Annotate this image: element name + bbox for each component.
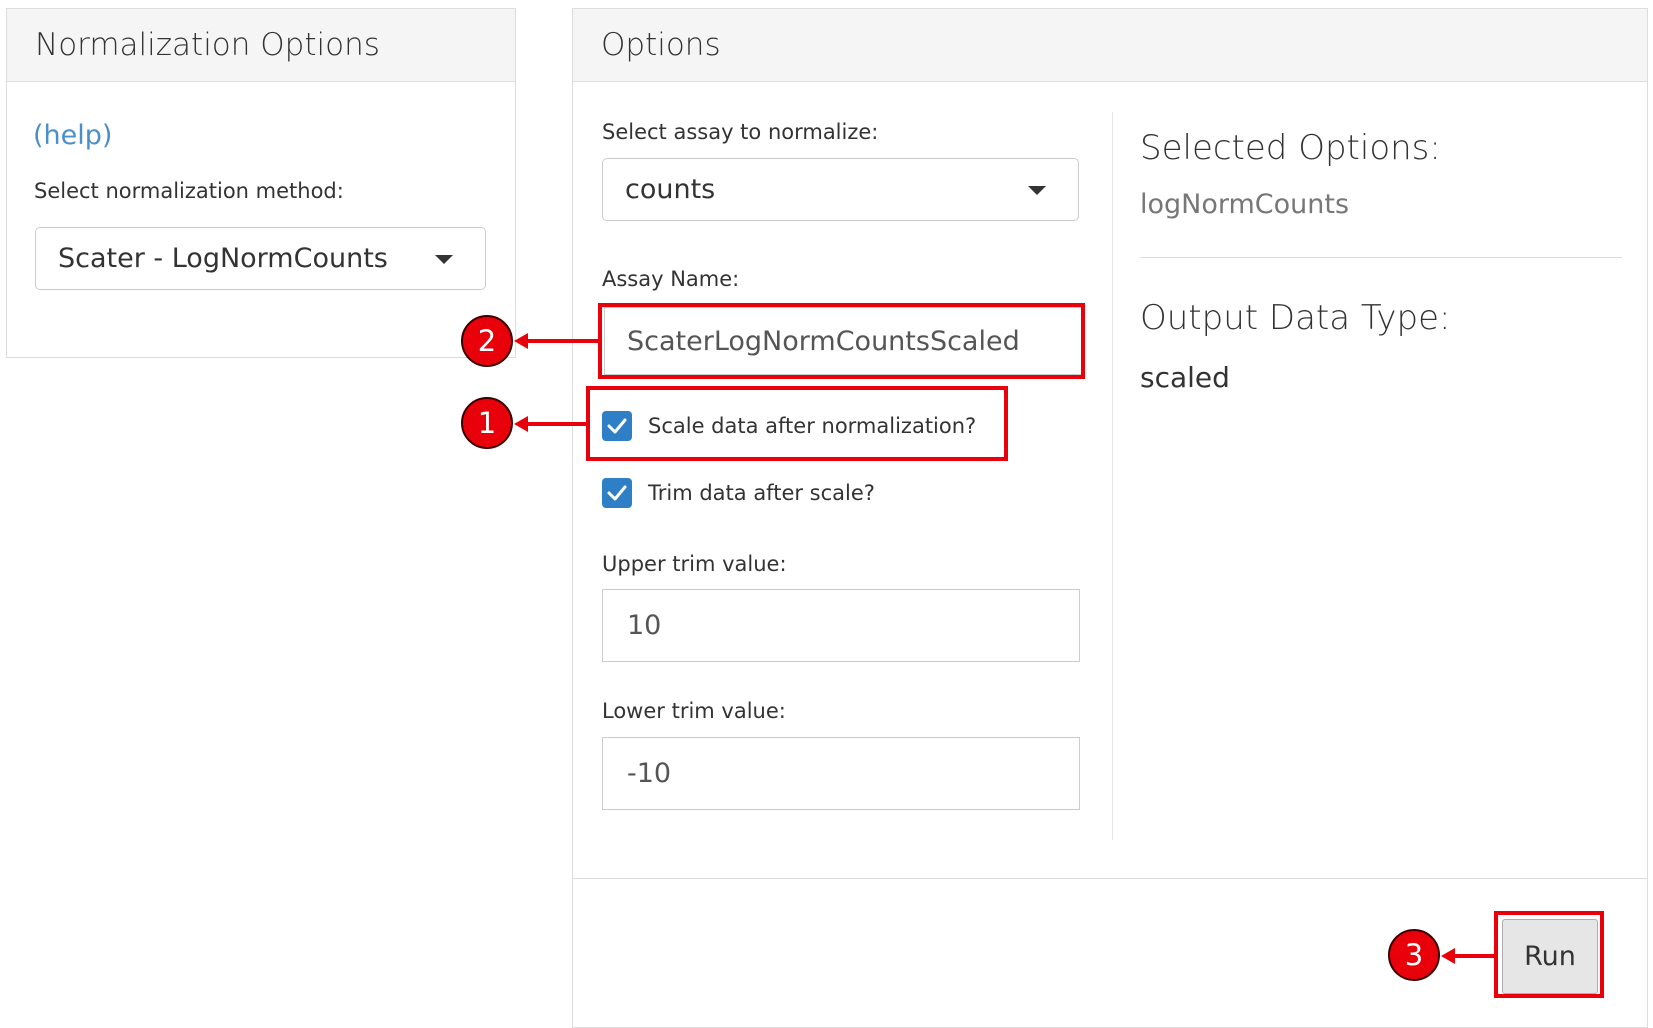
- lower-trim-input[interactable]: -10: [602, 737, 1080, 810]
- upper-trim-label: Upper trim value:: [602, 552, 787, 576]
- normalization-method-value: Scater - LogNormCounts: [58, 243, 388, 274]
- assay-name-label: Assay Name:: [602, 267, 740, 291]
- selected-options-value: logNormCounts: [1140, 189, 1350, 220]
- arrow-3-line: [1451, 954, 1494, 958]
- selected-options-heading: Selected Options:: [1140, 128, 1441, 168]
- arrow-2-line: [524, 339, 598, 343]
- step-marker-1: 1: [461, 397, 513, 449]
- arrow-3-head-icon: [1441, 948, 1455, 964]
- normalization-options-title: Normalization Options: [7, 9, 515, 82]
- trim-data-label: Trim data after scale?: [648, 481, 875, 505]
- column-divider: [1112, 112, 1113, 840]
- info-divider: [1140, 257, 1622, 258]
- trim-data-checkbox[interactable]: [602, 478, 632, 508]
- normalization-method-label: Select normalization method:: [34, 179, 344, 203]
- step-marker-3: 3: [1388, 929, 1440, 981]
- arrow-1-head-icon: [514, 416, 528, 432]
- checkmark-icon: [607, 485, 627, 501]
- panel-footer-divider: [572, 878, 1648, 879]
- assay-name-input[interactable]: ScaterLogNormCountsScaled: [604, 307, 1082, 375]
- upper-trim-value: 10: [627, 610, 662, 641]
- lower-trim-label: Lower trim value:: [602, 699, 786, 723]
- assay-select-label: Select assay to normalize:: [602, 120, 879, 144]
- lower-trim-value: -10: [627, 758, 672, 789]
- trim-data-checkbox-row[interactable]: Trim data after scale?: [602, 478, 875, 508]
- upper-trim-input[interactable]: 10: [602, 589, 1080, 662]
- output-data-type-heading: Output Data Type:: [1140, 298, 1451, 338]
- scale-data-checkbox[interactable]: [602, 411, 632, 441]
- options-title: Options: [573, 9, 1647, 82]
- arrow-2-head-icon: [514, 333, 528, 349]
- normalization-method-select[interactable]: Scater - LogNormCounts: [35, 227, 486, 290]
- caret-down-icon: [435, 254, 453, 264]
- assay-name-value: ScaterLogNormCountsScaled: [627, 325, 1020, 357]
- help-link[interactable]: (help): [33, 120, 112, 151]
- caret-down-icon: [1028, 185, 1046, 195]
- run-button[interactable]: Run: [1502, 919, 1598, 994]
- scale-data-label: Scale data after normalization?: [648, 414, 977, 438]
- checkmark-icon: [607, 418, 627, 434]
- assay-select[interactable]: counts: [602, 158, 1079, 221]
- output-data-type-value: scaled: [1140, 361, 1230, 394]
- scale-data-checkbox-row[interactable]: Scale data after normalization?: [602, 411, 976, 441]
- step-marker-2: 2: [461, 315, 513, 367]
- arrow-1-line: [524, 422, 586, 426]
- assay-select-value: counts: [625, 174, 716, 205]
